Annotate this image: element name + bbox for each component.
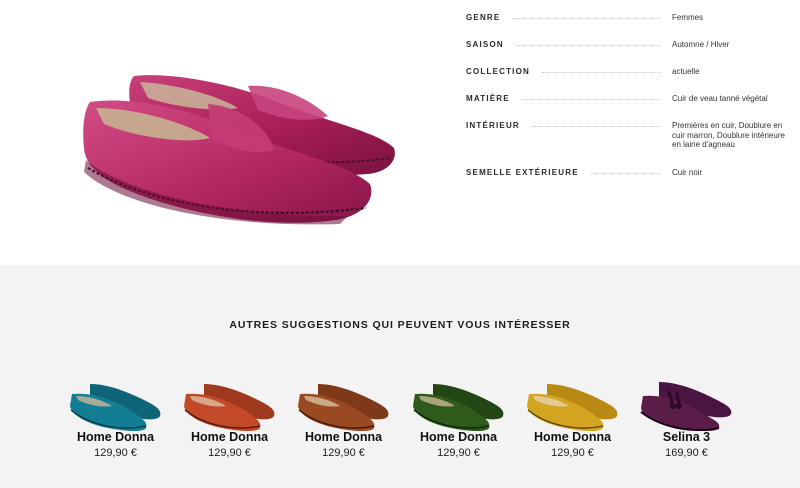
product-price: 129,90 €	[437, 447, 480, 459]
spec-divider	[512, 18, 660, 19]
spec-row-interieur: INTÉRIEUR Premières en cuir, Doublure en…	[466, 120, 796, 150]
spec-row-collection: COLLECTION actuelle	[466, 66, 796, 78]
product-price: 169,90 €	[665, 447, 708, 459]
spec-value: Automne / Hiver	[672, 40, 730, 49]
product-card[interactable]: Home Donna 129,90 €	[58, 380, 173, 470]
product-card[interactable]: Home Donna 129,90 €	[286, 380, 401, 470]
spec-value: Femmes	[672, 13, 704, 22]
product-price: 129,90 €	[551, 447, 594, 459]
product-name[interactable]: Home Donna	[58, 430, 173, 444]
spec-label: GENRE	[466, 13, 501, 22]
product-name[interactable]: Home Donna	[515, 430, 630, 444]
spec-divider	[590, 172, 660, 174]
spec-divider	[521, 99, 660, 100]
spec-list: GENRE Femmes SAISON Automne / Hiver COLL…	[466, 12, 796, 194]
spec-value: Cuir de veau tanné végétal	[672, 94, 768, 103]
yellow-loafer-image[interactable]	[525, 380, 620, 432]
product-name[interactable]: Home Donna	[286, 430, 401, 444]
product-card[interactable]: Home Donna 129,90 €	[515, 380, 630, 470]
suggestions-section: AUTRES SUGGESTIONS QUI PEUVENT VOUS INTÉ…	[0, 265, 800, 488]
green-loafer-image[interactable]	[411, 380, 506, 432]
spec-value: Cuir noir	[672, 167, 703, 177]
spec-label: COLLECTION	[466, 67, 530, 76]
spec-row-genre: GENRE Femmes	[466, 12, 796, 24]
product-price: 129,90 €	[94, 447, 137, 459]
spec-row-matiere: MATIÈRE Cuir de veau tanné végétal	[466, 93, 796, 105]
spec-label: SEMELLE EXTÉRIEURE	[466, 167, 579, 177]
purple-tassel-brogue-image[interactable]	[639, 380, 734, 432]
teal-loafer-image[interactable]	[68, 380, 163, 432]
spec-divider	[542, 72, 660, 73]
product-card[interactable]: Home Donna 129,90 €	[172, 380, 287, 470]
product-name[interactable]: Home Donna	[401, 430, 516, 444]
product-name[interactable]: Home Donna	[172, 430, 287, 444]
brown-loafer-image[interactable]	[296, 380, 391, 432]
product-name[interactable]: Selina 3	[629, 430, 744, 444]
spec-divider	[515, 45, 660, 46]
spec-row-semelle: SEMELLE EXTÉRIEURE Cuir noir	[466, 167, 796, 179]
suggestions-list: Home Donna 129,90 € Home Donna 129,90 € …	[58, 380, 758, 470]
spec-label: MATIÈRE	[466, 94, 510, 103]
spec-label: INTÉRIEUR	[466, 121, 520, 130]
product-price: 129,90 €	[322, 447, 365, 459]
product-price: 129,90 €	[208, 447, 251, 459]
spec-value: actuelle	[672, 67, 700, 76]
spec-divider	[531, 126, 660, 127]
product-card[interactable]: Home Donna 129,90 €	[401, 380, 516, 470]
product-card[interactable]: Selina 3 169,90 €	[629, 380, 744, 470]
spec-label: SAISON	[466, 40, 504, 49]
orange-loafer-image[interactable]	[182, 380, 277, 432]
spec-value: Premières en cuir, Doublure en cuir marr…	[672, 121, 785, 149]
product-details-section: GENRE Femmes SAISON Automne / Hiver COLL…	[0, 0, 800, 265]
spec-row-saison: SAISON Automne / Hiver	[466, 39, 796, 51]
magenta-loafer-pair-image	[83, 75, 395, 225]
suggestions-title: AUTRES SUGGESTIONS QUI PEUVENT VOUS INTÉ…	[229, 319, 571, 331]
